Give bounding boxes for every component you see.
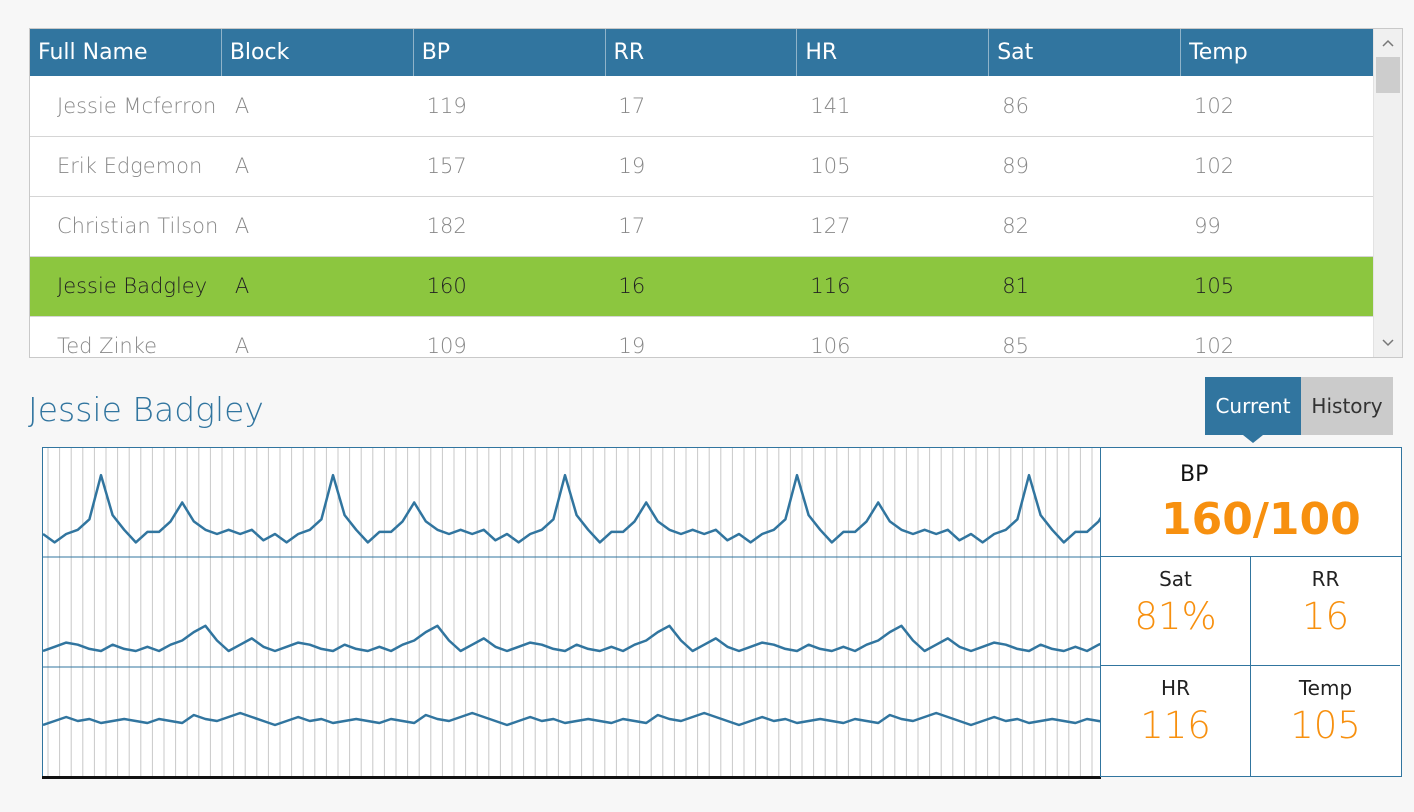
cell-hr: 141 [810,94,851,118]
cell-bp: 182 [426,214,467,238]
cell-temp: 102 [1194,334,1235,357]
cell-block: A [234,334,250,357]
rr-value: 16 [1301,595,1350,638]
cell-rr: 19 [618,154,646,178]
tab-history[interactable]: History [1301,377,1393,435]
hr-value: 116 [1140,704,1211,747]
column-header-temp[interactable]: Temp [1181,29,1373,76]
cell-sat: 81 [1002,274,1029,298]
bp-label: BP [1180,462,1209,487]
tab-history-label: History [1311,394,1383,418]
column-header-block[interactable]: Block [222,29,414,76]
cell-block: A [234,94,250,118]
waveform-monitor [42,447,1101,778]
bp-box: BP 160/100 [1101,448,1401,557]
cell-hr: 106 [810,334,851,357]
rr-box: RR 16 [1251,557,1400,666]
bp-waveform [43,473,1101,544]
cell-full-name: Jessie Badgley [57,274,208,298]
table-row[interactable]: Jessie Mcferron A 119 17 141 86 102 [30,77,1373,137]
table-row-selected[interactable]: Jessie Badgley A 160 16 116 81 105 [30,257,1373,317]
table-row[interactable]: Ted Zinke A 109 19 106 85 102 [30,317,1373,357]
cell-hr: 116 [810,274,851,298]
cell-rr: 17 [618,94,646,118]
cell-block: A [234,154,250,178]
column-header-rr[interactable]: RR [606,29,798,76]
column-header-sat[interactable]: Sat [989,29,1182,76]
sat-label: Sat [1159,567,1192,591]
cell-block: A [234,274,250,298]
cell-full-name: Erik Edgemon [57,154,203,178]
temp-box: Temp 105 [1251,666,1400,776]
cell-bp: 119 [426,94,467,118]
cell-bp: 157 [426,154,467,178]
grid-header: Full Name Block BP RR HR Sat Temp [30,29,1373,76]
cell-block: A [234,214,250,238]
cell-rr: 16 [618,274,646,298]
cell-full-name: Jessie Mcferron [57,94,217,118]
cell-full-name: Christian Tilson [57,214,219,238]
patient-grid: Full Name Block BP RR HR Sat Temp Jessie… [29,28,1403,358]
cell-hr: 105 [810,154,851,178]
hr-box: HR 116 [1101,666,1251,776]
view-tabs: Current History [1205,377,1393,443]
grid-body: Jessie Mcferron A 119 17 141 86 102 Erik… [30,77,1373,357]
cell-rr: 17 [618,214,646,238]
cell-temp: 102 [1194,94,1235,118]
column-header-full-name[interactable]: Full Name [30,29,222,76]
temp-label: Temp [1298,676,1353,700]
cell-temp: 99 [1194,214,1221,238]
column-header-bp[interactable]: BP [414,29,606,76]
cell-temp: 105 [1194,274,1235,298]
column-header-hr[interactable]: HR [797,29,990,76]
cell-hr: 127 [810,214,851,238]
table-row[interactable]: Christian Tilson A 182 17 127 82 99 [30,197,1373,257]
patient-name-title: Jessie Badgley [28,390,264,429]
bp-value: 160/100 [1161,494,1361,545]
monitor-baseline [42,776,1101,779]
waveform-chart [43,448,1101,778]
hr-waveform [43,711,1101,727]
cell-sat: 82 [1002,214,1029,238]
temp-value: 105 [1290,704,1361,747]
tab-current[interactable]: Current [1205,377,1301,443]
sat-waveform [43,624,1101,653]
vitals-panel: BP 160/100 Sat 81% RR 16 HR 116 Temp 105 [1100,447,1402,777]
sat-value: 81% [1134,595,1217,638]
cell-rr: 19 [618,334,646,357]
rr-label: RR [1311,567,1340,591]
chevron-up-icon[interactable] [1374,29,1402,57]
cell-bp: 160 [426,274,467,298]
chevron-down-icon[interactable] [1374,329,1402,357]
active-tab-indicator [1243,435,1263,443]
tab-current-label: Current [1215,394,1291,418]
cell-sat: 89 [1002,154,1029,178]
sat-box: Sat 81% [1101,557,1251,666]
cell-temp: 102 [1194,154,1235,178]
cell-sat: 85 [1002,334,1029,357]
cell-full-name: Ted Zinke [57,334,158,357]
hr-label: HR [1161,676,1190,700]
cell-bp: 109 [426,334,467,357]
table-row[interactable]: Erik Edgemon A 157 19 105 89 102 [30,137,1373,197]
scrollbar-thumb[interactable] [1376,57,1400,93]
vertical-scrollbar[interactable] [1373,29,1402,357]
cell-sat: 86 [1002,94,1029,118]
